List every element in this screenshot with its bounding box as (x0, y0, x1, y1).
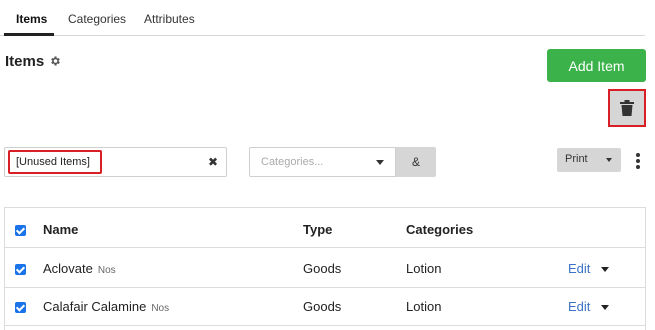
item-name-cell[interactable]: Aclovate Nos (43, 261, 116, 276)
row-checkbox[interactable] (15, 264, 26, 275)
kebab-icon[interactable] (635, 153, 641, 171)
edit-link[interactable]: Edit (568, 299, 590, 314)
tab-attributes[interactable]: Attributes (144, 12, 195, 26)
category-select[interactable]: Categories... (249, 147, 396, 177)
item-type: Goods (303, 261, 342, 276)
item-category: Lotion (406, 299, 442, 314)
item-unit: Nos (151, 303, 170, 314)
item-type: Goods (303, 299, 342, 314)
chevron-down-icon[interactable] (601, 267, 609, 272)
close-icon[interactable]: ✖ (208, 155, 218, 169)
delete-button[interactable] (608, 89, 646, 127)
tab-items[interactable]: Items (16, 12, 47, 26)
page-title: Items (5, 53, 45, 70)
chevron-down-icon[interactable] (601, 305, 609, 310)
item-unit: Nos (97, 265, 116, 276)
column-header-name[interactable]: Name (43, 222, 78, 237)
gear-icon[interactable] (49, 55, 61, 67)
active-tab-indicator (4, 33, 54, 36)
item-name[interactable]: Calafair Calamine (43, 299, 146, 314)
select-all-checkbox[interactable] (15, 225, 26, 236)
column-header-type[interactable]: Type (303, 222, 332, 237)
edit-link[interactable]: Edit (568, 261, 590, 276)
print-label: Print (565, 153, 588, 165)
chevron-down-icon (606, 158, 612, 162)
and-operator-button[interactable]: & (396, 147, 436, 177)
column-header-categories[interactable]: Categories (406, 222, 473, 237)
row-checkbox[interactable] (15, 302, 26, 313)
table-header-row: Name Type Categories (5, 208, 645, 248)
item-name-cell[interactable]: Calafair Calamine Nos (43, 299, 169, 314)
item-name[interactable]: Aclovate (43, 261, 93, 276)
table-row[interactable]: Aclovate Nos Goods Lotion Edit (5, 250, 645, 288)
print-button[interactable]: Print (557, 148, 621, 172)
category-placeholder: Categories... (261, 156, 324, 168)
search-filter-tag[interactable]: [Unused Items] (8, 150, 102, 174)
trash-icon (620, 100, 634, 116)
add-item-button[interactable]: Add Item (547, 49, 646, 82)
search-field[interactable]: [Unused Items] ✖ (4, 147, 227, 177)
item-category: Lotion (406, 261, 442, 276)
tab-categories[interactable]: Categories (68, 12, 126, 26)
items-table: Name Type Categories Aclovate Nos Goods L… (4, 207, 646, 330)
table-row[interactable]: Calafair Calamine Nos Goods Lotion Edit (5, 288, 645, 326)
tab-bar: Items Categories Attributes (0, 0, 645, 36)
chevron-down-icon (376, 160, 384, 165)
